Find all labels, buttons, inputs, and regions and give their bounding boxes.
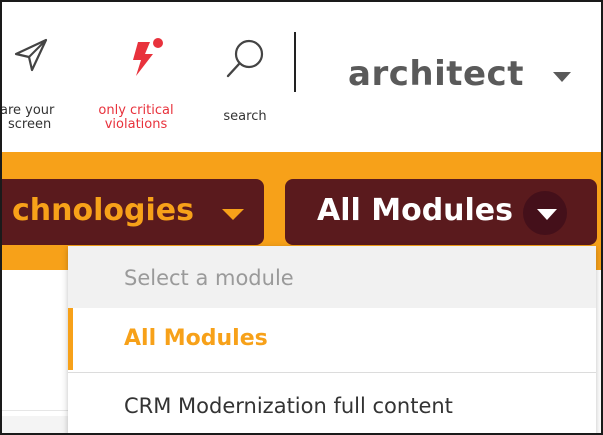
critical-label-line2: violations [104,117,168,132]
option-label: CRM Modernization full content [124,394,453,418]
dropdown-option-crm-modernization[interactable]: CRM Modernization full content [68,374,596,433]
critical-label-line1: only critical [98,103,174,118]
dropdown-option-all-modules[interactable]: All Modules [68,308,596,370]
technologies-filter[interactable]: chnologies [2,179,264,245]
chevron-down-icon[interactable] [553,72,571,82]
module-dropdown-menu: Select a module All Modules CRM Moderniz… [68,246,596,433]
top-toolbar: are your screen only critical violations… [0,2,601,152]
dropdown-header-label: Select a module [124,266,294,290]
toolbar-divider [294,32,296,92]
search-icon [226,39,264,78]
user-menu-name[interactable]: architect [348,54,524,94]
app-frame: are your screen only critical violations… [0,0,603,435]
dropdown-separator [68,372,596,373]
technologies-filter-label: chnologies [12,193,194,228]
option-label: All Modules [124,326,268,351]
lightning-alert-icon [133,38,163,76]
chevron-down-icon [222,209,244,220]
share-label-line1: are your [0,103,55,118]
chevron-down-icon [537,209,557,220]
paper-plane-icon [14,38,48,72]
content-row [2,416,72,433]
share-label-line2: screen [8,117,52,132]
modules-filter-label: All Modules [317,193,514,228]
modules-filter[interactable]: All Modules [285,179,597,245]
search-label: search [223,109,267,124]
dropdown-header: Select a module [68,246,596,308]
content-divider [2,410,72,411]
